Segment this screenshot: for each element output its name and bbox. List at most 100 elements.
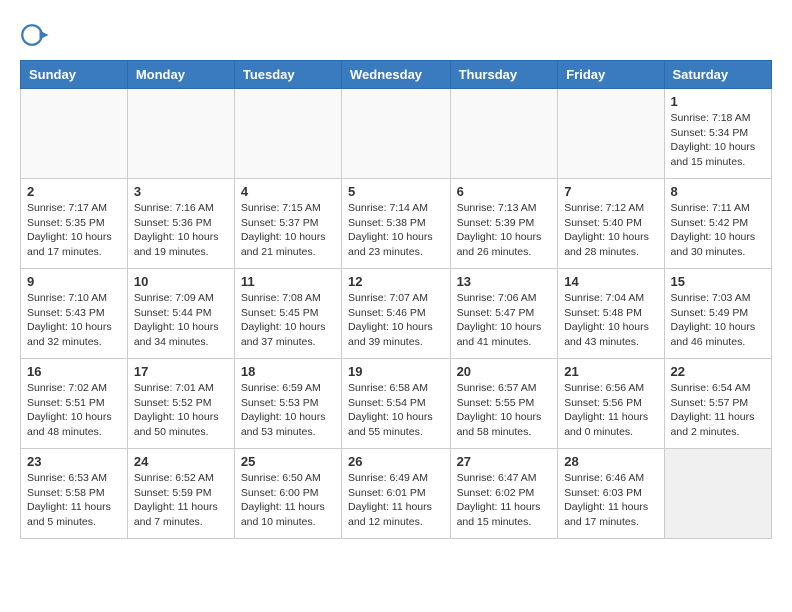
calendar-cell: 15 Sunrise: 7:03 AMSunset: 5:49 PMDayligh… bbox=[664, 269, 771, 359]
page-header bbox=[20, 20, 772, 50]
day-number: 11 bbox=[241, 274, 335, 289]
day-number: 16 bbox=[27, 364, 121, 379]
day-info: Sunrise: 6:56 AMSunset: 5:56 PMDaylight:… bbox=[564, 381, 657, 440]
calendar-cell: 19 Sunrise: 6:58 AMSunset: 5:54 PMDayligh… bbox=[342, 359, 451, 449]
calendar-cell: 5 Sunrise: 7:14 AMSunset: 5:38 PMDaylight… bbox=[342, 179, 451, 269]
day-number: 12 bbox=[348, 274, 444, 289]
calendar-cell: 26 Sunrise: 6:49 AMSunset: 6:01 PMDayligh… bbox=[342, 449, 451, 539]
column-header-friday: Friday bbox=[558, 61, 664, 89]
day-number: 10 bbox=[134, 274, 228, 289]
calendar-cell: 14 Sunrise: 7:04 AMSunset: 5:48 PMDayligh… bbox=[558, 269, 664, 359]
calendar-cell: 17 Sunrise: 7:01 AMSunset: 5:52 PMDayligh… bbox=[127, 359, 234, 449]
day-number: 17 bbox=[134, 364, 228, 379]
day-info: Sunrise: 7:01 AMSunset: 5:52 PMDaylight:… bbox=[134, 381, 228, 440]
calendar-cell: 12 Sunrise: 7:07 AMSunset: 5:46 PMDayligh… bbox=[342, 269, 451, 359]
day-number: 2 bbox=[27, 184, 121, 199]
day-info: Sunrise: 6:54 AMSunset: 5:57 PMDaylight:… bbox=[671, 381, 765, 440]
column-header-tuesday: Tuesday bbox=[234, 61, 341, 89]
day-number: 7 bbox=[564, 184, 657, 199]
calendar-cell: 4 Sunrise: 7:15 AMSunset: 5:37 PMDaylight… bbox=[234, 179, 341, 269]
calendar-cell: 21 Sunrise: 6:56 AMSunset: 5:56 PMDayligh… bbox=[558, 359, 664, 449]
day-number: 24 bbox=[134, 454, 228, 469]
day-info: Sunrise: 6:47 AMSunset: 6:02 PMDaylight:… bbox=[457, 471, 552, 530]
day-info: Sunrise: 6:49 AMSunset: 6:01 PMDaylight:… bbox=[348, 471, 444, 530]
calendar-cell: 2 Sunrise: 7:17 AMSunset: 5:35 PMDaylight… bbox=[21, 179, 128, 269]
calendar-cell bbox=[450, 89, 558, 179]
day-number: 3 bbox=[134, 184, 228, 199]
day-number: 8 bbox=[671, 184, 765, 199]
day-number: 18 bbox=[241, 364, 335, 379]
day-info: Sunrise: 7:15 AMSunset: 5:37 PMDaylight:… bbox=[241, 201, 335, 260]
calendar-cell: 27 Sunrise: 6:47 AMSunset: 6:02 PMDayligh… bbox=[450, 449, 558, 539]
day-number: 26 bbox=[348, 454, 444, 469]
calendar-cell: 20 Sunrise: 6:57 AMSunset: 5:55 PMDayligh… bbox=[450, 359, 558, 449]
column-header-monday: Monday bbox=[127, 61, 234, 89]
calendar-cell: 9Sunrise: 7:10 AMSunset: 5:43 PMDaylight… bbox=[21, 269, 128, 359]
day-info: Sunrise: 6:53 AMSunset: 5:58 PMDaylight:… bbox=[27, 471, 121, 530]
day-number: 14 bbox=[564, 274, 657, 289]
day-info: Sunrise: 7:16 AMSunset: 5:36 PMDaylight:… bbox=[134, 201, 228, 260]
calendar-cell: 3 Sunrise: 7:16 AMSunset: 5:36 PMDaylight… bbox=[127, 179, 234, 269]
day-info: Sunrise: 6:58 AMSunset: 5:54 PMDaylight:… bbox=[348, 381, 444, 440]
day-info: Sunrise: 7:18 AMSunset: 5:34 PMDaylight:… bbox=[671, 111, 765, 170]
calendar-cell: 22 Sunrise: 6:54 AMSunset: 5:57 PMDayligh… bbox=[664, 359, 771, 449]
logo bbox=[20, 20, 54, 50]
calendar-cell: 24 Sunrise: 6:52 AMSunset: 5:59 PMDayligh… bbox=[127, 449, 234, 539]
day-info: Sunrise: 6:46 AMSunset: 6:03 PMDaylight:… bbox=[564, 471, 657, 530]
calendar-cell: 10 Sunrise: 7:09 AMSunset: 5:44 PMDayligh… bbox=[127, 269, 234, 359]
day-info: Sunrise: 6:57 AMSunset: 5:55 PMDaylight:… bbox=[457, 381, 552, 440]
column-header-thursday: Thursday bbox=[450, 61, 558, 89]
day-number: 19 bbox=[348, 364, 444, 379]
day-info: Sunrise: 6:52 AMSunset: 5:59 PMDaylight:… bbox=[134, 471, 228, 530]
day-info: Sunrise: 7:17 AMSunset: 5:35 PMDaylight:… bbox=[27, 201, 121, 260]
day-info: Sunrise: 7:07 AMSunset: 5:46 PMDaylight:… bbox=[348, 291, 444, 350]
day-info: Sunrise: 7:13 AMSunset: 5:39 PMDaylight:… bbox=[457, 201, 552, 260]
calendar-cell: 6 Sunrise: 7:13 AMSunset: 5:39 PMDaylight… bbox=[450, 179, 558, 269]
day-info: Sunrise: 7:11 AMSunset: 5:42 PMDaylight:… bbox=[671, 201, 765, 260]
calendar-header-row: SundayMondayTuesdayWednesdayThursdayFrid… bbox=[21, 61, 772, 89]
calendar-cell bbox=[127, 89, 234, 179]
day-info: Sunrise: 7:09 AMSunset: 5:44 PMDaylight:… bbox=[134, 291, 228, 350]
calendar-cell: 28 Sunrise: 6:46 AMSunset: 6:03 PMDayligh… bbox=[558, 449, 664, 539]
day-info: Sunrise: 7:14 AMSunset: 5:38 PMDaylight:… bbox=[348, 201, 444, 260]
day-number: 9 bbox=[27, 274, 121, 289]
calendar-cell: 13Sunrise: 7:06 AMSunset: 5:47 PMDayligh… bbox=[450, 269, 558, 359]
calendar-cell: 18 Sunrise: 6:59 AMSunset: 5:53 PMDayligh… bbox=[234, 359, 341, 449]
day-number: 21 bbox=[564, 364, 657, 379]
calendar-table: SundayMondayTuesdayWednesdayThursdayFrid… bbox=[20, 60, 772, 539]
column-header-saturday: Saturday bbox=[664, 61, 771, 89]
calendar-cell bbox=[664, 449, 771, 539]
day-number: 28 bbox=[564, 454, 657, 469]
column-header-wednesday: Wednesday bbox=[342, 61, 451, 89]
day-number: 27 bbox=[457, 454, 552, 469]
calendar-cell: 23 Sunrise: 6:53 AMSunset: 5:58 PMDayligh… bbox=[21, 449, 128, 539]
day-number: 1 bbox=[671, 94, 765, 109]
week-row-2: 2 Sunrise: 7:17 AMSunset: 5:35 PMDaylight… bbox=[21, 179, 772, 269]
calendar-cell: 11 Sunrise: 7:08 AMSunset: 5:45 PMDayligh… bbox=[234, 269, 341, 359]
calendar-cell: 25 Sunrise: 6:50 AMSunset: 6:00 PMDayligh… bbox=[234, 449, 341, 539]
week-row-1: 1 Sunrise: 7:18 AMSunset: 5:34 PMDaylight… bbox=[21, 89, 772, 179]
day-info: Sunrise: 7:04 AMSunset: 5:48 PMDaylight:… bbox=[564, 291, 657, 350]
day-info: Sunrise: 6:50 AMSunset: 6:00 PMDaylight:… bbox=[241, 471, 335, 530]
calendar-cell: 7 Sunrise: 7:12 AMSunset: 5:40 PMDaylight… bbox=[558, 179, 664, 269]
day-info: Sunrise: 7:03 AMSunset: 5:49 PMDaylight:… bbox=[671, 291, 765, 350]
day-info: Sunrise: 7:02 AMSunset: 5:51 PMDaylight:… bbox=[27, 381, 121, 440]
day-number: 20 bbox=[457, 364, 552, 379]
day-number: 15 bbox=[671, 274, 765, 289]
calendar-cell bbox=[558, 89, 664, 179]
day-number: 4 bbox=[241, 184, 335, 199]
day-number: 13 bbox=[457, 274, 552, 289]
calendar-cell: 16 Sunrise: 7:02 AMSunset: 5:51 PMDayligh… bbox=[21, 359, 128, 449]
day-info: Sunrise: 7:08 AMSunset: 5:45 PMDaylight:… bbox=[241, 291, 335, 350]
day-number: 23 bbox=[27, 454, 121, 469]
day-number: 25 bbox=[241, 454, 335, 469]
calendar-cell bbox=[21, 89, 128, 179]
day-number: 5 bbox=[348, 184, 444, 199]
logo-icon bbox=[20, 20, 50, 50]
day-number: 22 bbox=[671, 364, 765, 379]
day-info: Sunrise: 6:59 AMSunset: 5:53 PMDaylight:… bbox=[241, 381, 335, 440]
day-number: 6 bbox=[457, 184, 552, 199]
day-info: Sunrise: 7:12 AMSunset: 5:40 PMDaylight:… bbox=[564, 201, 657, 260]
column-header-sunday: Sunday bbox=[21, 61, 128, 89]
week-row-3: 9Sunrise: 7:10 AMSunset: 5:43 PMDaylight… bbox=[21, 269, 772, 359]
